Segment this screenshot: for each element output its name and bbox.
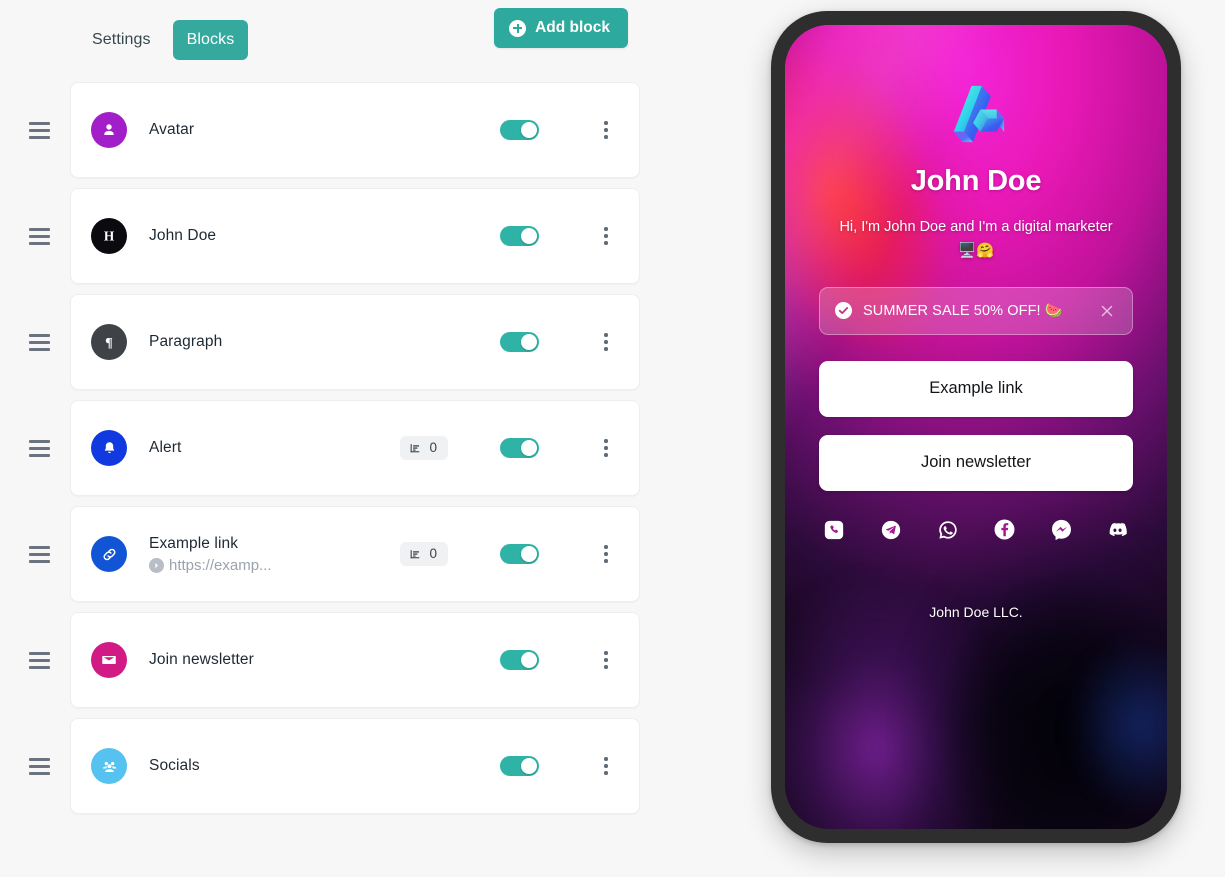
drag-handle-icon[interactable] [29,539,59,569]
table-row[interactable]: Socials [0,718,640,814]
brand-logo-icon [939,77,1013,151]
block-text: Example link https://examp... [149,534,400,574]
socials-row [819,518,1133,542]
toggle-heading[interactable] [500,226,539,246]
editor-pane: Settings Blocks Add block Avatar H John … [0,0,700,877]
add-block-label: Add block [535,19,610,36]
svg-text:¶: ¶ [105,335,113,351]
block-menu-button[interactable] [595,435,617,461]
block-text: Alert [149,438,400,457]
table-row[interactable]: Example link https://examp... 0 [0,506,640,602]
block-title: Paragraph [149,333,223,351]
preview-link-button-1[interactable]: Join newsletter [819,434,1133,491]
discord-icon[interactable] [1106,518,1130,542]
app-root: Settings Blocks Add block Avatar H John … [0,0,1225,877]
block-menu-button[interactable] [595,223,617,249]
link-icon [91,536,127,572]
block-menu-button[interactable] [595,329,617,355]
preview-footer: John Doe LLC. [929,603,1023,620]
phone-screen: John Doe Hi, I'm John Doe and I'm a digi… [785,25,1167,829]
close-icon[interactable] [1098,302,1116,320]
telegram-icon[interactable] [879,518,903,542]
add-block-button[interactable]: Add block [494,8,628,48]
block-text: Join newsletter [149,650,500,669]
block-menu-button[interactable] [595,117,617,143]
block-card-newsletter[interactable]: Join newsletter [70,612,640,708]
table-row[interactable]: ¶ Paragraph [0,294,640,390]
drag-handle-icon[interactable] [29,645,59,675]
phone-preview: John Doe Hi, I'm John Doe and I'm a digi… [771,11,1181,843]
preview-content: John Doe Hi, I'm John Doe and I'm a digi… [785,25,1167,829]
check-circle-icon [835,302,852,320]
toggle-paragraph[interactable] [500,332,539,352]
analytics-icon [411,549,420,558]
block-title: John Doe [149,227,217,245]
alert-banner[interactable]: SUMMER SALE 50% OFF! 🍉 [819,286,1133,335]
block-url: https://examp... [169,556,272,574]
block-title: Alert [149,439,182,457]
block-menu-button[interactable] [595,753,617,779]
block-text: John Doe [149,226,500,245]
phone-icon[interactable] [822,518,846,542]
status-badge: 0 [400,542,448,566]
svg-text:H: H [104,229,115,244]
block-title: Join newsletter [149,651,254,669]
block-title: Example link [149,535,239,553]
block-list: Avatar H John Doe ¶ Paragraph Alert 0 Ex… [0,82,640,824]
tab-settings[interactable]: Settings [78,20,165,60]
page-title: John Doe [910,165,1042,197]
preview-link-label: Example link [929,379,1023,398]
block-text: Avatar [149,120,500,139]
badge-count: 0 [429,440,437,456]
heading-icon: H [91,218,127,254]
block-title: Avatar [149,121,195,139]
table-row[interactable]: Join newsletter [0,612,640,708]
block-card-paragraph[interactable]: ¶ Paragraph [70,294,640,390]
table-row[interactable]: Avatar [0,82,640,178]
block-card-alert[interactable]: Alert 0 [70,400,640,496]
tab-blocks[interactable]: Blocks [172,20,249,60]
block-card-heading[interactable]: H John Doe [70,188,640,284]
block-subtitle-row: https://examp... [149,557,400,574]
drag-handle-icon[interactable] [29,221,59,251]
drag-handle-icon[interactable] [29,751,59,781]
profile-bio: Hi, I'm John Doe and I'm a digital marke… [839,219,1113,259]
chevron-right-icon [149,557,164,573]
toggle-newsletter[interactable] [500,650,539,670]
envelope-icon [91,642,127,678]
block-text: Paragraph [149,332,500,351]
toggle-socials[interactable] [500,756,539,776]
block-menu-button[interactable] [595,647,617,673]
whatsapp-icon[interactable] [936,518,960,542]
bell-icon [91,430,127,466]
block-title: Socials [149,757,200,775]
alert-text: SUMMER SALE 50% OFF! 🍉 [863,303,1063,320]
toggle-avatar[interactable] [500,120,539,140]
facebook-icon[interactable] [992,518,1016,542]
toggle-alert[interactable] [500,438,539,458]
block-card-avatar[interactable]: Avatar [70,82,640,178]
preview-link-button-0[interactable]: Example link [819,360,1133,417]
phone-frame: John Doe Hi, I'm John Doe and I'm a digi… [771,11,1181,843]
drag-handle-icon[interactable] [29,115,59,145]
drag-handle-icon[interactable] [29,327,59,357]
pilcrow-icon: ¶ [91,324,127,360]
block-card-link[interactable]: Example link https://examp... 0 [70,506,640,602]
avatar-icon [91,112,127,148]
plus-icon [509,19,527,37]
table-row[interactable]: H John Doe [0,188,640,284]
toggle-link[interactable] [500,544,539,564]
analytics-icon [411,443,420,452]
tab-bar: Settings Blocks [78,20,249,60]
block-menu-button[interactable] [595,541,617,567]
messenger-icon[interactable] [1049,518,1073,542]
people-icon [91,748,127,784]
table-row[interactable]: Alert 0 [0,400,640,496]
status-badge: 0 [400,436,448,460]
badge-count: 0 [429,546,437,562]
preview-link-label: Join newsletter [920,453,1032,472]
block-card-socials[interactable]: Socials [70,718,640,814]
drag-handle-icon[interactable] [29,433,59,463]
block-text: Socials [149,756,500,775]
